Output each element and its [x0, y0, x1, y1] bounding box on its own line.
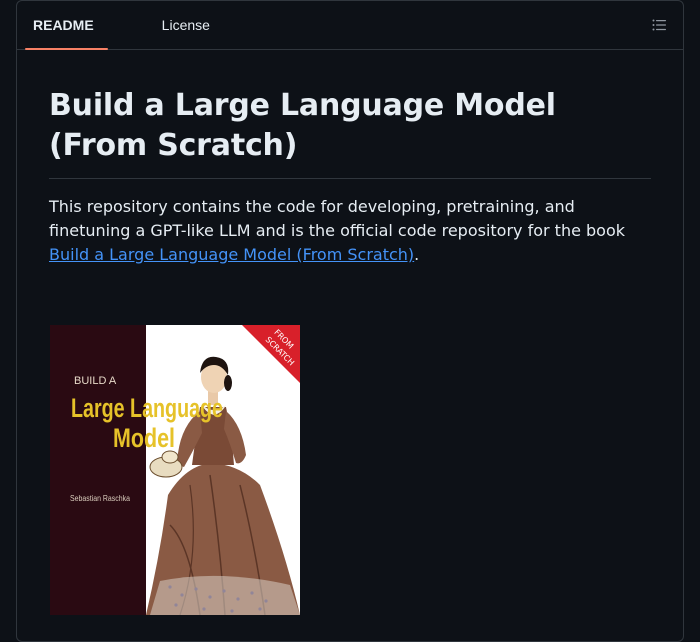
readme-panel: README License Build a Large Language Mo…: [16, 0, 684, 642]
book-link[interactable]: Build a Large Language Model (From Scrat…: [49, 245, 414, 264]
list-unordered-icon: [652, 19, 666, 31]
readme-title: Build a Large Language Model (From Scrat…: [49, 86, 651, 179]
outline-button[interactable]: [647, 13, 671, 37]
cover-title-line2: Model: [113, 423, 175, 453]
tab-readme[interactable]: README: [25, 1, 108, 50]
readme-description: This repository contains the code for de…: [49, 195, 651, 267]
cover-author: Sebastian Raschka: [70, 494, 130, 503]
readme-description-text: This repository contains the code for de…: [49, 197, 626, 240]
readme-description-end: .: [414, 245, 420, 264]
book-cover-image[interactable]: FROM SCRATCH BUILD A Large Language Mode…: [50, 325, 300, 615]
tab-license-label: License: [161, 17, 210, 33]
cover-left-panel: [50, 325, 146, 615]
tab-bar: README License: [17, 1, 683, 50]
tab-license[interactable]: License: [154, 1, 218, 49]
cover-title-line1: Large Language: [71, 393, 223, 423]
tab-readme-label: README: [33, 17, 94, 33]
cover-build-a: BUILD A: [74, 375, 117, 387]
book-cover-illustration: FROM SCRATCH BUILD A Large Language Mode…: [50, 325, 300, 615]
readme-content: Build a Large Language Model (From Scrat…: [17, 86, 683, 267]
